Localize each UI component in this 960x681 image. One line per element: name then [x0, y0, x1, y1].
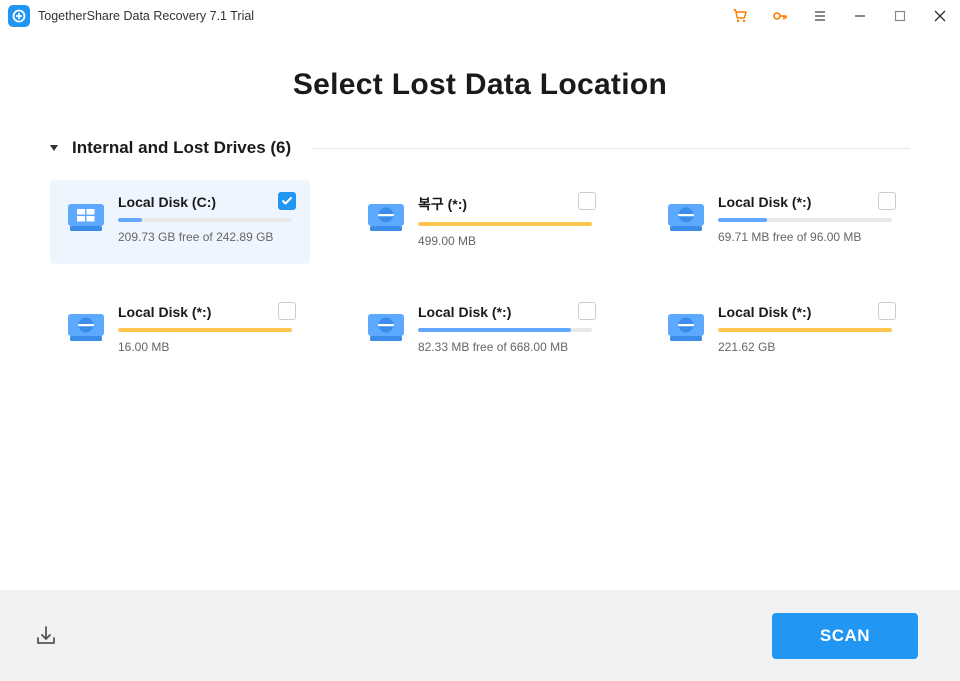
- section-divider: [313, 148, 910, 149]
- drive-card[interactable]: Local Disk (*:) 69.71 MB free of 96.00 MB: [650, 180, 910, 264]
- main-content: Select Lost Data Location Internal and L…: [0, 32, 960, 590]
- app-logo-icon: [8, 5, 30, 27]
- drive-info: Local Disk (*:) 69.71 MB free of 96.00 MB: [718, 194, 892, 248]
- drive-status: 221.62 GB: [718, 340, 892, 354]
- drive-checkbox[interactable]: [278, 192, 296, 210]
- drive-name: Local Disk (*:): [718, 304, 892, 320]
- drive-card[interactable]: Local Disk (*:) 16.00 MB: [50, 290, 310, 370]
- titlebar: TogetherShare Data Recovery 7.1 Trial: [0, 0, 960, 32]
- drive-icon: [66, 308, 106, 344]
- drive-card[interactable]: Local Disk (*:) 82.33 MB free of 668.00 M…: [350, 290, 610, 370]
- app-title: TogetherShare Data Recovery 7.1 Trial: [38, 9, 254, 23]
- drive-status: 16.00 MB: [118, 340, 292, 354]
- drive-checkbox[interactable]: [878, 192, 896, 210]
- drive-name: Local Disk (*:): [118, 304, 292, 320]
- drive-name: Local Disk (*:): [718, 194, 892, 210]
- drive-checkbox[interactable]: [878, 302, 896, 320]
- import-button[interactable]: [26, 616, 66, 656]
- section-title: Internal and Lost Drives (6): [72, 138, 291, 158]
- page-title: Select Lost Data Location: [50, 68, 910, 102]
- drive-checkbox[interactable]: [278, 302, 296, 320]
- drive-card[interactable]: Local Disk (*:) 221.62 GB: [650, 290, 910, 370]
- drive-usage-bar: [118, 328, 292, 332]
- scan-button[interactable]: SCAN: [772, 613, 918, 659]
- drive-icon: [66, 198, 106, 234]
- collapse-arrow-icon: [50, 145, 58, 151]
- menu-button[interactable]: [800, 0, 840, 32]
- drive-usage-bar: [418, 328, 592, 332]
- drive-status: 209.73 GB free of 242.89 GB: [118, 230, 292, 244]
- drive-status: 82.33 MB free of 668.00 MB: [418, 340, 592, 354]
- drive-card[interactable]: 복구 (*:) 499.00 MB: [350, 180, 610, 264]
- drive-name: Local Disk (*:): [418, 304, 592, 320]
- drive-usage-bar: [718, 218, 892, 222]
- drive-info: Local Disk (*:) 221.62 GB: [718, 304, 892, 354]
- drive-name: 복구 (*:): [418, 194, 592, 214]
- close-button[interactable]: [920, 0, 960, 32]
- minimize-button[interactable]: [840, 0, 880, 32]
- drive-icon: [366, 308, 406, 344]
- drive-icon: [366, 198, 406, 234]
- cart-button[interactable]: [720, 0, 760, 32]
- drive-usage-bar: [718, 328, 892, 332]
- drive-status: 69.71 MB free of 96.00 MB: [718, 230, 892, 244]
- drive-info: Local Disk (*:) 82.33 MB free of 668.00 M…: [418, 304, 592, 354]
- drive-checkbox[interactable]: [578, 192, 596, 210]
- drive-info: Local Disk (*:) 16.00 MB: [118, 304, 292, 354]
- drive-status: 499.00 MB: [418, 234, 592, 248]
- drive-info: Local Disk (C:) 209.73 GB free of 242.89 …: [118, 194, 292, 248]
- drive-card[interactable]: Local Disk (C:) 209.73 GB free of 242.89 …: [50, 180, 310, 264]
- drive-checkbox[interactable]: [578, 302, 596, 320]
- drive-name: Local Disk (C:): [118, 194, 292, 210]
- maximize-button[interactable]: [880, 0, 920, 32]
- footer: SCAN: [0, 590, 960, 681]
- drive-icon: [666, 198, 706, 234]
- section-header[interactable]: Internal and Lost Drives (6): [50, 138, 910, 158]
- drives-grid: Local Disk (C:) 209.73 GB free of 242.89 …: [50, 180, 910, 370]
- key-button[interactable]: [760, 0, 800, 32]
- drive-usage-bar: [418, 222, 592, 226]
- drive-usage-bar: [118, 218, 292, 222]
- drive-info: 복구 (*:) 499.00 MB: [418, 194, 592, 248]
- drive-icon: [666, 308, 706, 344]
